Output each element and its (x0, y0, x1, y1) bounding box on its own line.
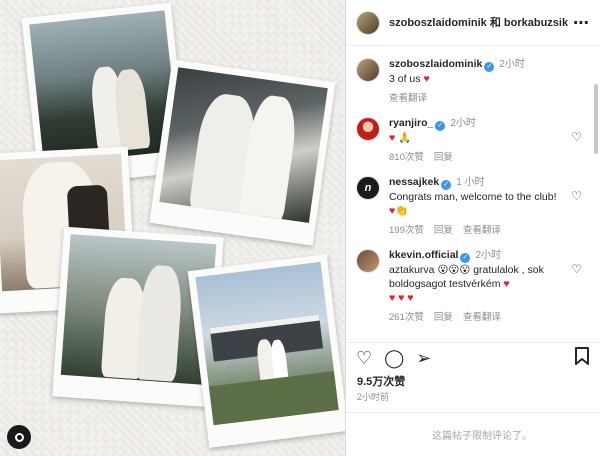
like-comment-heart-icon[interactable]: ♡ (571, 189, 582, 203)
like-heart-icon[interactable]: ♡ (356, 349, 372, 367)
avatar[interactable] (356, 117, 380, 141)
post-timestamp: 2小时前 (357, 392, 390, 402)
verified-badge-icon: ✓ (441, 180, 452, 190)
see-translation-link[interactable]: 查看翻译 (463, 312, 501, 323)
comment-text: 🙏 (398, 132, 412, 144)
save-bookmark-icon[interactable] (574, 347, 590, 368)
like-comment-heart-icon[interactable]: ♡ (571, 130, 582, 144)
red-heart-emoji: ♥ ♥ ♥ (389, 292, 414, 304)
comments-disabled-notice: 这篇帖子限制评论了。 (346, 412, 600, 456)
comment-time: 2小时 (475, 250, 502, 261)
scrollbar[interactable] (594, 56, 598, 336)
reply-button[interactable]: 回复 (434, 152, 453, 163)
see-translation-link[interactable]: 查看翻译 (389, 93, 427, 104)
comment-username[interactable]: kkevin.official (389, 249, 458, 261)
share-paper-plane-icon[interactable]: ➢ (416, 349, 431, 367)
caption-text: 3 of us (389, 73, 421, 85)
comments-list: szoboszlaidominik ✓ 2小时 3 of us ♥ 查看翻译 rya… (346, 50, 592, 338)
clap-emoji: 👏 (395, 205, 409, 217)
post-authors[interactable]: szoboszlaidominik 和 borkabuzsik (389, 16, 568, 30)
verified-badge-icon: ✓ (435, 121, 446, 131)
caption-username[interactable]: szoboszlaidominik (389, 58, 482, 70)
verified-badge-icon: ✓ (484, 62, 495, 72)
avatar[interactable] (356, 249, 380, 273)
verified-badge-icon: ✓ (460, 253, 471, 263)
tagged-users-icon[interactable] (7, 425, 31, 449)
comment-text: Congrats man, welcome to the club! (389, 191, 557, 203)
avatar[interactable] (356, 58, 380, 82)
comment-username[interactable]: nessajkek (389, 176, 439, 188)
comment-time: 1 小时 (456, 177, 485, 188)
comment-item: ryanjiro_ ✓ 2小时 ♥ 🙏 810次赞 回复 ♡ (356, 116, 582, 163)
see-translation-link[interactable]: 查看翻译 (463, 225, 501, 236)
like-comment-heart-icon[interactable]: ♡ (571, 262, 582, 276)
post-panel: szoboszlaidominik 和 borkabuzsik ⋯ szobos… (345, 0, 600, 456)
caption: szoboszlaidominik ✓ 2小时 3 of us ♥ 查看翻译 (356, 57, 582, 104)
polaroid-photo (187, 254, 345, 448)
avatar[interactable]: n (356, 176, 380, 200)
comment-bubble-icon[interactable]: ◯ (384, 349, 404, 367)
caption-time: 2小时 (499, 59, 525, 70)
likes-count[interactable]: 9.5万次赞 (357, 373, 405, 389)
comment-time: 2小时 (450, 118, 476, 129)
comment-text: aztakurva 😮😮😮 gratulalok , sok boldogsag… (389, 264, 544, 290)
comment-item: n nessajkek ✓ 1 小时 Congrats man, welcome t… (356, 175, 582, 236)
comment-likes[interactable]: 810次赞 (389, 152, 424, 163)
reply-button[interactable]: 回复 (434, 312, 453, 323)
post-actions: ♡ ◯ ➢ (346, 342, 600, 372)
red-heart-emoji: ♥ (503, 278, 510, 290)
comment-username[interactable]: ryanjiro_ (389, 117, 433, 129)
reply-button[interactable]: 回复 (434, 225, 453, 236)
comment-likes[interactable]: 261次赞 (389, 312, 424, 323)
author-avatar[interactable] (356, 10, 380, 35)
post-header: szoboszlaidominik 和 borkabuzsik ⋯ (346, 0, 600, 46)
more-dots-icon[interactable]: ⋯ (573, 13, 590, 33)
red-heart-emoji: ♥ (423, 73, 430, 85)
comment-likes[interactable]: 199次赞 (389, 225, 424, 236)
comment-item: kkevin.official ✓ 2小时 aztakurva 😮😮😮 gratul… (356, 248, 582, 323)
polaroid-photo (149, 59, 336, 246)
red-heart-emoji: ♥ (389, 132, 396, 144)
post-photo[interactable] (0, 0, 345, 456)
